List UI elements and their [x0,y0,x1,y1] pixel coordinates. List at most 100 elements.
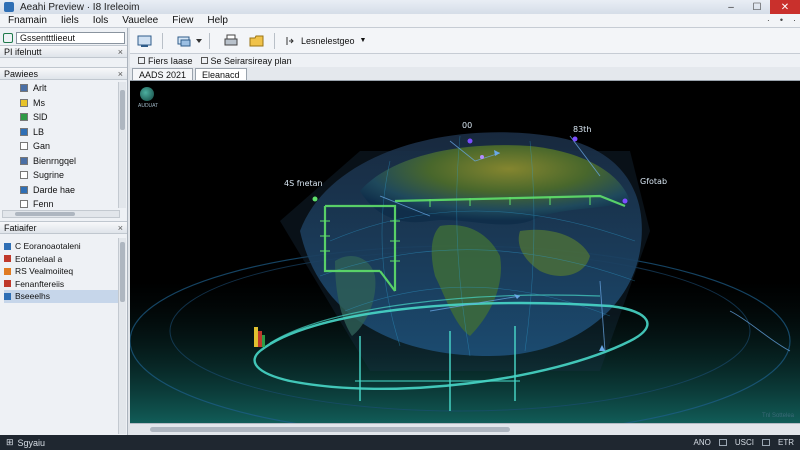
layer-item[interactable]: Bseeelhs [4,290,122,303]
print-icon[interactable] [220,32,242,50]
layer-item-label: C Eoranoaotaleni [15,241,81,252]
layer-marker-icon [4,255,11,263]
search-row: Gssentttlieeut [3,31,125,45]
tree-item[interactable]: LB [6,125,118,140]
toolbar-separator [209,32,210,49]
layer-marker-icon [4,242,11,250]
tree-item-label: Darde hae [33,184,76,195]
layer-scrollbar-thumb[interactable] [120,242,125,302]
toolbar-separator [274,32,275,49]
tab-aads[interactable]: AADS 2021 [132,68,194,80]
menu-dot-icon[interactable]: · [793,15,796,25]
square-icon [200,57,208,64]
status-item: ETR [778,438,794,447]
maximize-icon[interactable]: ☐ [744,0,770,14]
menu-item-file[interactable]: Fnamain [8,15,47,26]
tree-item[interactable]: Gan [6,139,118,154]
screen-icon[interactable] [134,32,156,50]
dropdown-arrow-icon[interactable] [195,32,203,50]
minimize-icon[interactable]: – [718,0,744,14]
close-icon[interactable]: × [118,223,123,233]
tree-item[interactable]: Ms [6,96,118,111]
tree-item-label: Bienrngqel [33,155,77,166]
tree-item-label: Arlt [33,83,47,94]
tree-hscrollbar[interactable] [2,210,120,218]
layer-scrollbar[interactable] [118,238,126,434]
menu-dot-icon[interactable]: • [780,15,783,25]
layer-swatch-icon [20,113,28,122]
layer-swatch-icon [20,142,28,151]
layer-item[interactable]: Fenanftereiis [4,278,122,291]
tree-hscrollbar-thumb[interactable] [15,212,75,216]
status-left: ⊞ Sgyaiu [6,437,45,448]
menu-right-icons: · • · [767,15,796,25]
app-icon [4,2,14,12]
section-header-c[interactable]: Fatiaifer × [0,221,127,234]
view-combo[interactable]: Lesnelestgeo ▼ [301,36,366,46]
viewport-label-right: Gfotab [640,177,668,186]
layer-item-label: Eotanelaal a [15,253,63,264]
map-viewport[interactable]: AUDUAT 00 83th 4S fnetan Gfotab Tnl Sott… [130,81,800,423]
view-combo-value: Lesnelestgeo [301,35,355,46]
layers-icon[interactable] [173,32,195,50]
tree-item-label: LB [33,126,45,137]
menu-item-view[interactable]: Fiew [172,15,193,26]
toolbar-separator [162,32,163,49]
tree-scrollbar-thumb[interactable] [120,90,125,130]
folder-icon[interactable] [246,32,268,50]
tray-icon[interactable] [718,439,727,446]
subbar-item-label: Fiers Iaase [148,55,193,66]
tree-item[interactable]: Sugrine [6,168,118,183]
globe-scene [130,132,800,423]
tree-item[interactable]: SlD [6,110,118,125]
status-item: USCI [734,438,754,447]
layer-swatch-icon [20,127,28,136]
feature-tree: Arlt Ms SlD LB Gan Bienrngqel Sugrine Darde hae… [6,81,118,212]
status-bar: ⊞ Sgyaiu ANO USCI ETR [0,435,800,450]
title-bar: Aeahi Preview · I8 Ireleoim – ☐ ✕ [0,0,800,14]
viewport-label-top-b: 83th [573,125,592,134]
tree-item-label: SlD [33,112,48,123]
close-icon[interactable]: × [118,47,123,57]
section-header-b-label: Pawiees [4,68,39,79]
compass-icon[interactable] [140,87,154,101]
menu-item-tools[interactable]: Iols [93,15,109,26]
menu-item-help[interactable]: Help [207,15,228,26]
layer-item-label: RS Vealmoiiteq [15,266,74,277]
viewport-hscrollbar[interactable] [130,423,800,435]
close-icon[interactable]: ✕ [770,0,800,14]
section-header-b[interactable]: Pawiees × [0,67,127,80]
subbar: Fiers Iaase Se Seirarsireay plan [130,54,800,67]
left-panel: Gssentttlieeut PI ifelnutt × Pawiees × A… [0,28,128,435]
tree-item-label: Ms [33,97,45,108]
viewport-label-left: 4S fnetan [284,179,323,188]
menu-item-values[interactable]: Vauelee [122,15,158,26]
viewport-hscrollbar-thumb[interactable] [150,427,510,432]
layer-item[interactable]: RS Vealmoiiteq [4,265,122,278]
tree-item-label: Fenn [33,199,54,210]
tray-icon[interactable] [762,439,770,446]
expand-arrow-icon[interactable] [285,32,295,50]
start-icon[interactable]: ⊞ [6,437,14,448]
close-icon[interactable]: × [118,69,123,79]
subbar-item-plan[interactable]: Se Seirarsireay plan [200,55,292,66]
subbar-item-label: Se Seirarsireay plan [210,55,292,66]
tab-scene[interactable]: Eleanacd [195,68,247,80]
section-header-a-label: PI ifelnutt [4,46,42,57]
layer-swatch-icon [20,171,28,180]
tree-item[interactable]: Arlt [6,81,118,96]
layer-item[interactable]: C Eoranoaotaleni [4,240,122,253]
menu-dot-icon[interactable]: · [767,15,770,25]
layer-swatch-icon [20,156,28,165]
subbar-item-frame[interactable]: Fiers Iaase [138,56,193,66]
tab-strip: AADS 2021 Eleanacd [130,67,800,81]
tree-item[interactable]: Darde hae [6,183,118,198]
tree-scrollbar[interactable] [118,82,126,208]
section-header-a[interactable]: PI ifelnutt × [0,45,127,58]
tree-item[interactable]: Bienrngqel [6,154,118,169]
search-input[interactable]: Gssentttlieeut [16,32,125,44]
layer-item[interactable]: Eotanelaal a [4,253,122,266]
viewport-label-top-a: 00 [462,121,473,130]
menu-item-edit[interactable]: Iiels [61,15,79,26]
layer-marker-icon [4,267,11,275]
